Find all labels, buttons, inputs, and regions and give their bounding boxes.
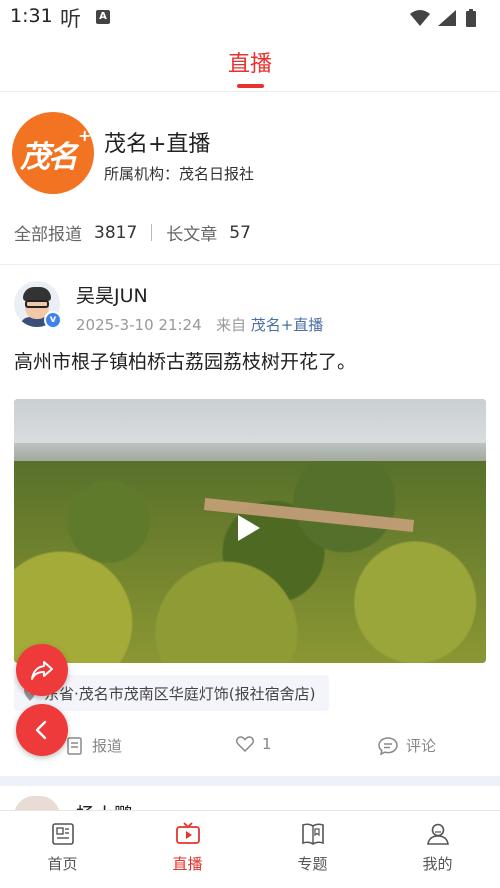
share-button[interactable] — [16, 644, 68, 696]
tab-home-label: 首页 — [47, 855, 78, 873]
heart-icon — [236, 736, 254, 752]
stat-value-articles: 57 — [229, 222, 251, 243]
location-text: 东省·茂名市茂南区华庭灯饰(报社宿舍店) — [44, 684, 316, 703]
channel-org: 所属机构：茂名日报社 — [104, 163, 254, 184]
tv-icon — [175, 822, 200, 844]
video-player[interactable] — [14, 399, 486, 663]
post-timestamp: 2025-3-10 21:24 — [76, 316, 202, 334]
lychee-trees — [14, 461, 486, 663]
channel-logo: 茂名 + — [12, 112, 94, 194]
title-underline — [237, 84, 264, 88]
post-author[interactable]: 吴昊JUN — [76, 281, 148, 308]
logo-text: 茂名 — [20, 140, 78, 175]
report-button[interactable]: 报道 — [66, 735, 122, 756]
bottom-tab-bar: 首页 直播 专题 我的 — [0, 810, 500, 888]
page-title: 直播 — [227, 52, 272, 77]
tab-live-label: 直播 — [172, 855, 203, 873]
post-actions: 报道 1 评论 — [0, 725, 500, 765]
listen-app-icon: 听 — [60, 7, 81, 31]
comment-icon — [378, 736, 398, 755]
logo-plus: + — [78, 126, 92, 145]
a-notification-icon: A — [96, 10, 110, 24]
like-count: 1 — [262, 735, 272, 753]
tab-topic[interactable]: 专题 — [250, 821, 375, 874]
post-meta: 2025-3-10 21:24 来自 茂名+直播 — [76, 314, 323, 335]
page-header: 直播 — [0, 36, 500, 92]
channel-name: 茂名+直播 — [104, 132, 211, 157]
tab-topic-label: 专题 — [297, 855, 328, 873]
status-time: 1:31 — [10, 5, 53, 27]
play-icon[interactable] — [238, 515, 260, 541]
report-icon — [67, 736, 82, 755]
report-label: 报道 — [92, 737, 123, 755]
stat-label-reports: 全部报道 — [14, 225, 82, 245]
back-button[interactable] — [16, 704, 68, 756]
tab-mine[interactable]: 我的 — [375, 821, 500, 874]
org-label: 所属机构： — [104, 165, 180, 183]
comment-button[interactable]: 评论 — [378, 735, 436, 756]
channel-profile: 茂名 + 茂名+直播 所属机构：茂名日报社 全部报道 3817 长文章 57 — [0, 92, 500, 264]
status-icons — [408, 8, 490, 28]
feed-separator — [0, 776, 500, 786]
status-bar: 1:31 听 A — [0, 0, 500, 36]
share-icon — [31, 661, 53, 680]
book-icon — [301, 823, 324, 845]
stat-label-articles: 长文章 — [166, 225, 218, 245]
user-icon — [426, 823, 449, 845]
post-source-link[interactable]: 茂名+直播 — [251, 316, 324, 334]
channel-stats: 全部报道 3817 长文章 57 — [14, 220, 251, 246]
verified-icon: v — [44, 311, 62, 329]
tab-home[interactable]: 首页 — [0, 821, 125, 874]
stat-divider — [151, 224, 153, 241]
news-icon — [51, 823, 74, 845]
chevron-left-icon — [35, 720, 47, 740]
signal-icon — [438, 10, 456, 26]
stat-value-reports: 3817 — [94, 222, 138, 243]
post-title[interactable]: 高州市根子镇柏桥古荔园荔枝树开花了。 — [14, 347, 356, 374]
org-value: 茂名日报社 — [179, 165, 255, 183]
wifi-icon — [410, 10, 430, 26]
tab-live[interactable]: 直播 — [125, 821, 250, 874]
post-source-prefix: 来自 — [215, 316, 246, 334]
feed-post[interactable]: v 吴昊JUN 2025-3-10 21:24 来自 茂名+直播 高州市根子镇柏… — [0, 264, 500, 755]
tab-mine-label: 我的 — [422, 855, 453, 873]
comment-label: 评论 — [406, 737, 437, 755]
battery-icon — [466, 11, 476, 27]
like-button[interactable]: 1 — [236, 735, 272, 753]
